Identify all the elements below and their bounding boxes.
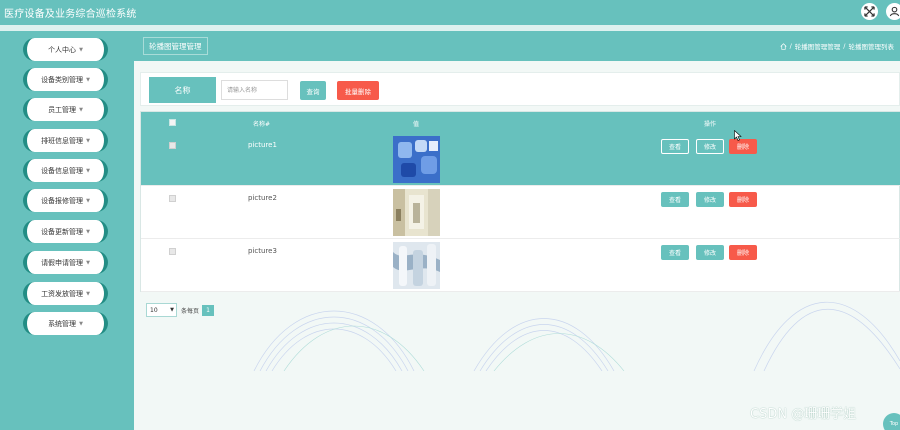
edit-button[interactable]: 修改: [696, 192, 724, 207]
top-header: 医疗设备及业务综合巡检系统: [0, 0, 900, 25]
breadcrumb-bar: 轮播图管理管理 / 轮播图管理管理 / 轮播图管理列表: [134, 31, 900, 61]
row-checkbox[interactable]: [169, 142, 176, 149]
page-number-button[interactable]: 1: [202, 304, 215, 316]
table-row[interactable]: picture2 查看 修改 删除: [141, 186, 900, 239]
row-checkbox[interactable]: [169, 195, 176, 202]
chevron-down-icon: ▼: [170, 307, 174, 313]
watermark: CSDN @珊珊学姐: [750, 407, 857, 422]
sidebar-item-personal-center[interactable]: 个人中心 ▼: [23, 38, 108, 61]
breadcrumb-separator: /: [789, 42, 792, 50]
sidebar-item-label: 排班信息管理: [41, 136, 84, 145]
sidebar-item-label: 设备类别管理: [41, 75, 84, 84]
per-page-label: 条每页: [181, 307, 200, 315]
sidebar-item-label: 员工管理: [48, 105, 77, 114]
breadcrumb: / 轮播图管理管理 / 轮播图管理列表: [780, 41, 894, 51]
sidebar-item-salary[interactable]: 工资发放管理 ▼: [23, 282, 108, 305]
caret-down-icon: ▼: [79, 320, 83, 327]
page-size-select[interactable]: 10 ▼: [146, 303, 177, 317]
delete-button[interactable]: 删除: [729, 139, 757, 154]
table-row[interactable]: picture1 查看 修改 删除: [141, 133, 900, 186]
caret-down-icon: ▼: [86, 290, 90, 297]
sidebar-item-device-update[interactable]: 设备更新管理 ▼: [23, 220, 108, 243]
edit-button[interactable]: 修改: [696, 139, 724, 154]
row-name: picture2: [248, 194, 277, 202]
row-checkbox[interactable]: [169, 248, 176, 255]
page-title[interactable]: 轮播图管理管理: [143, 37, 208, 55]
sidebar: 个人中心 ▼ 设备类别管理 ▼ 员工管理 ▼ 排班信息管理 ▼ 设备信息管理 ▼ 设备报修…: [0, 31, 134, 430]
breadcrumb-item[interactable]: 轮播图管理管理: [795, 41, 841, 51]
select-all-checkbox[interactable]: [169, 119, 176, 126]
main-content: 轮播图管理管理 / 轮播图管理管理 / 轮播图管理列表 名称 查询 批量删除 名…: [134, 31, 900, 430]
mouse-cursor-icon: [734, 130, 742, 141]
caret-down-icon: ▼: [79, 106, 83, 113]
edit-button[interactable]: 修改: [696, 245, 724, 260]
view-button[interactable]: 查看: [661, 192, 689, 207]
sidebar-item-schedule[interactable]: 排班信息管理 ▼: [23, 129, 108, 152]
row-name: picture3: [248, 247, 277, 255]
caret-down-icon: ▼: [79, 46, 83, 53]
view-button[interactable]: 查看: [661, 245, 689, 260]
search-bar: 名称 查询 批量删除: [140, 72, 900, 106]
batch-delete-button[interactable]: 批量删除: [337, 81, 379, 100]
breadcrumb-item-current: 轮播图管理列表: [848, 43, 895, 51]
caret-down-icon: ▼: [86, 76, 90, 83]
row-image-thumbnail: [393, 242, 440, 289]
sidebar-item-label: 工资发放管理: [41, 289, 84, 298]
sidebar-item-device-repair[interactable]: 设备报修管理 ▼: [23, 189, 108, 212]
view-button[interactable]: 查看: [661, 139, 689, 154]
caret-down-icon: ▼: [86, 197, 90, 204]
caret-down-icon: ▼: [86, 137, 90, 144]
app-title: 医疗设备及业务综合巡检系统: [4, 9, 137, 20]
breadcrumb-separator: /: [843, 42, 846, 50]
sidebar-item-system[interactable]: 系统管理 ▼: [23, 312, 108, 335]
table-row[interactable]: picture3 查看 修改 删除: [141, 239, 900, 292]
fullscreen-icon[interactable]: [861, 3, 878, 20]
pagination: 10 ▼ 条每页 1: [146, 303, 215, 317]
sidebar-item-device-info[interactable]: 设备信息管理 ▼: [23, 159, 108, 182]
name-search-input[interactable]: [221, 80, 288, 100]
back-to-top-button[interactable]: Top: [883, 413, 900, 430]
delete-button[interactable]: 删除: [729, 245, 757, 260]
search-label: 名称: [149, 77, 216, 103]
sidebar-item-employee[interactable]: 员工管理 ▼: [23, 98, 108, 121]
column-header-value: 值: [413, 121, 420, 128]
caret-down-icon: ▼: [86, 259, 90, 266]
sidebar-item-device-category[interactable]: 设备类别管理 ▼: [23, 68, 108, 91]
sidebar-item-label: 设备更新管理: [41, 227, 84, 236]
row-image-thumbnail: [393, 189, 440, 236]
table-header: 名称# 值 操作: [141, 112, 900, 133]
sidebar-item-label: 个人中心: [48, 45, 77, 54]
row-name: picture1: [248, 141, 277, 149]
sidebar-item-label: 设备报修管理: [41, 196, 84, 205]
row-image-thumbnail: [393, 136, 440, 183]
home-icon[interactable]: [780, 42, 787, 50]
column-header-name: 名称#: [253, 121, 271, 128]
caret-down-icon: ▼: [86, 167, 90, 174]
delete-button[interactable]: 删除: [729, 192, 757, 207]
user-icon[interactable]: [886, 3, 900, 20]
sidebar-item-leave-request[interactable]: 请假申请管理 ▼: [23, 251, 108, 274]
sidebar-item-label: 设备信息管理: [41, 166, 84, 175]
sidebar-item-label: 系统管理: [48, 319, 77, 328]
caret-down-icon: ▼: [86, 228, 90, 235]
sidebar-item-label: 请假申请管理: [41, 258, 84, 267]
column-header-actions: 操作: [704, 121, 717, 128]
query-button[interactable]: 查询: [300, 81, 326, 100]
page-size-value: 10: [150, 306, 158, 314]
carousel-table: 名称# 值 操作 picture1 查看 修改 删除 picture2 查看 修…: [140, 111, 900, 292]
